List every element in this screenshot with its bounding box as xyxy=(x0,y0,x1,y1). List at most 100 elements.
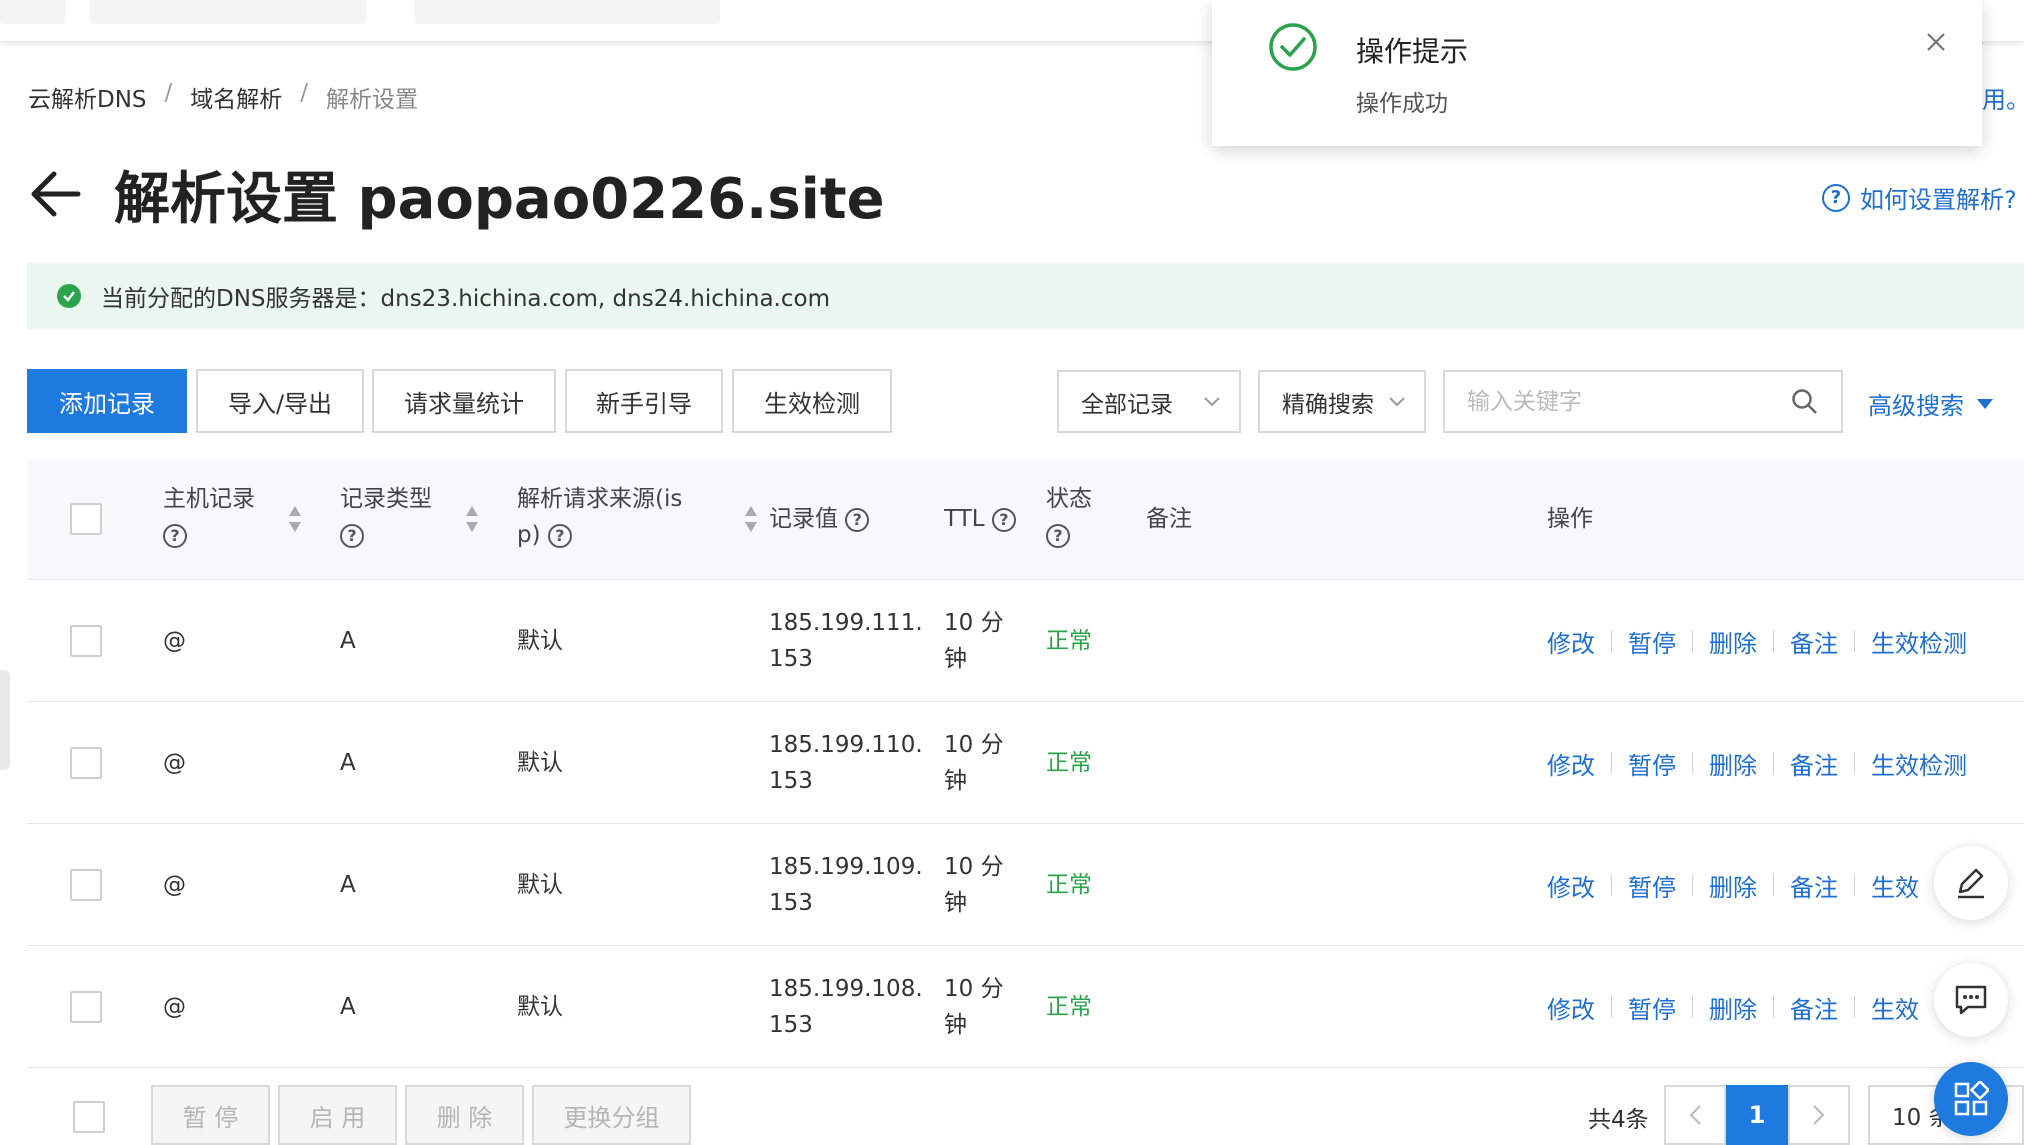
cell-host: @ xyxy=(163,994,186,1020)
col-host-header: 主机记录 ? xyxy=(163,481,255,553)
top-nav-search-input[interactable] xyxy=(414,0,720,24)
cell-host: @ xyxy=(163,628,186,654)
col-isp-header: 解析请求来源(is p) ? xyxy=(517,481,682,553)
cell-ttl: 10 分钟 xyxy=(944,971,1004,1043)
row-checkbox[interactable] xyxy=(70,869,102,901)
help-icon[interactable]: ? xyxy=(991,507,1016,532)
cell-ttl-line1: 10 分 xyxy=(944,732,1004,758)
row-action-0[interactable]: 修改 xyxy=(1547,624,1611,659)
cell-type: A xyxy=(340,872,356,898)
partial-notice-text: 用。 xyxy=(1982,86,2024,114)
col-type-label: 记录类型 xyxy=(340,486,432,512)
row-action-4[interactable]: 生效检测 xyxy=(1855,624,1983,659)
search-icon[interactable] xyxy=(1791,388,1819,416)
col-value-header: 记录值 ? xyxy=(769,501,870,537)
cell-status: 正常 xyxy=(1046,872,1092,898)
col-host-label: 主机记录 xyxy=(163,486,255,512)
cell-type: A xyxy=(340,750,356,776)
close-icon[interactable] xyxy=(1924,30,1948,54)
check-circle-icon xyxy=(1269,23,1317,71)
cell-isp: 默认 xyxy=(517,750,563,776)
row-action-1[interactable]: 暂停 xyxy=(1612,746,1692,781)
cell-value-line2: 153 xyxy=(769,890,813,916)
cell-value: 185.199.108. 153 xyxy=(769,971,923,1043)
breadcrumb-item-current: 解析设置 xyxy=(326,87,419,113)
row-checkbox[interactable] xyxy=(70,747,102,779)
cell-ttl-line1: 10 分 xyxy=(944,854,1004,880)
prev-page-button[interactable] xyxy=(1664,1085,1726,1145)
breadcrumb-item-dns[interactable]: 云解析DNS xyxy=(28,80,147,114)
row-action-2[interactable]: 删除 xyxy=(1693,746,1773,781)
bulk-select-checkbox[interactable] xyxy=(73,1101,105,1133)
cell-value-line2: 153 xyxy=(769,768,813,794)
cell-ttl-line2: 钟 xyxy=(944,890,967,916)
search-mode-select[interactable]: 精确搜索 xyxy=(1258,370,1426,433)
page-1-button[interactable]: 1 xyxy=(1726,1085,1788,1145)
row-action-3[interactable]: 备注 xyxy=(1774,746,1854,781)
sort-icon[interactable] xyxy=(287,504,303,534)
row-action-0[interactable]: 修改 xyxy=(1547,990,1611,1025)
chat-button[interactable] xyxy=(1934,963,2008,1037)
row-checkbox[interactable] xyxy=(70,991,102,1023)
help-icon[interactable]: ? xyxy=(547,523,572,548)
cell-value-line1: 185.199.110. xyxy=(769,732,923,758)
feedback-edit-button[interactable] xyxy=(1934,846,2008,920)
row-action-2[interactable]: 删除 xyxy=(1693,868,1773,903)
row-action-3[interactable]: 备注 xyxy=(1774,624,1854,659)
keyword-search-input[interactable] xyxy=(1445,372,1765,431)
row-actions: 修改 暂停 删除 备注 生效检测 xyxy=(1547,580,1983,702)
bulk-pause-button[interactable]: 暂 停 xyxy=(151,1085,270,1145)
col-status-header: 状态 ? xyxy=(1046,481,1092,553)
top-nav-workbench-tab[interactable] xyxy=(90,0,366,24)
request-stats-button[interactable]: 请求量统计 xyxy=(372,369,556,433)
row-action-4[interactable]: 生效 xyxy=(1855,990,1935,1025)
row-action-3[interactable]: 备注 xyxy=(1774,990,1854,1025)
help-icon[interactable]: ? xyxy=(845,507,870,532)
row-checkbox[interactable] xyxy=(70,625,102,657)
sort-icon[interactable] xyxy=(464,504,480,534)
row-action-0[interactable]: 修改 xyxy=(1547,746,1611,781)
cell-isp: 默认 xyxy=(517,872,563,898)
effect-check-button[interactable]: 生效检测 xyxy=(732,369,892,433)
row-action-4[interactable]: 生效 xyxy=(1855,868,1935,903)
bulk-delete-button[interactable]: 删 除 xyxy=(405,1085,524,1145)
bulk-change-group-button[interactable]: 更换分组 xyxy=(532,1085,691,1145)
row-action-1[interactable]: 暂停 xyxy=(1612,990,1692,1025)
top-nav-console-tab[interactable] xyxy=(0,0,66,24)
bulk-enable-button[interactable]: 启 用 xyxy=(278,1085,397,1145)
import-export-button[interactable]: 导入/导出 xyxy=(196,369,364,433)
add-record-button[interactable]: 添加记录 xyxy=(27,369,187,433)
row-action-2[interactable]: 删除 xyxy=(1693,624,1773,659)
next-page-button[interactable] xyxy=(1788,1085,1850,1145)
sort-icon[interactable] xyxy=(743,504,759,534)
row-action-1[interactable]: 暂停 xyxy=(1612,868,1692,903)
caret-down-icon xyxy=(1977,398,1993,409)
cell-isp: 默认 xyxy=(517,994,563,1020)
side-drawer-handle[interactable] xyxy=(0,670,10,770)
select-all-checkbox[interactable] xyxy=(70,503,102,535)
how-to-configure-link[interactable]: ? 如何设置解析? xyxy=(1822,180,2017,215)
app-grid-button[interactable] xyxy=(1934,1062,2008,1136)
advanced-search-toggle[interactable]: 高级搜索 xyxy=(1868,386,1994,421)
help-icon[interactable]: ? xyxy=(163,523,187,548)
help-icon[interactable]: ? xyxy=(340,523,364,548)
breadcrumb-item-domain-resolve[interactable]: 域名解析 xyxy=(190,80,282,114)
breadcrumb-separator: / xyxy=(300,80,309,106)
col-remark-header: 备注 xyxy=(1146,506,1192,532)
cell-ttl-line1: 10 分 xyxy=(944,976,1004,1002)
back-arrow-icon[interactable] xyxy=(28,167,82,221)
cell-ttl-line2: 钟 xyxy=(944,1012,967,1038)
new-user-guide-button[interactable]: 新手引导 xyxy=(565,369,723,433)
help-icon[interactable]: ? xyxy=(1046,523,1070,548)
record-filter-select[interactable]: 全部记录 xyxy=(1057,370,1241,433)
row-action-1[interactable]: 暂停 xyxy=(1612,624,1692,659)
cell-status: 正常 xyxy=(1046,994,1092,1020)
row-action-0[interactable]: 修改 xyxy=(1547,868,1611,903)
row-action-3[interactable]: 备注 xyxy=(1774,868,1854,903)
search-mode-value: 精确搜索 xyxy=(1282,391,1374,418)
row-action-4[interactable]: 生效检测 xyxy=(1855,746,1983,781)
cell-ttl-line1: 10 分 xyxy=(944,610,1004,636)
cell-value-line2: 153 xyxy=(769,1012,813,1038)
row-action-2[interactable]: 删除 xyxy=(1693,990,1773,1025)
edit-pencil-icon xyxy=(1958,868,1984,899)
